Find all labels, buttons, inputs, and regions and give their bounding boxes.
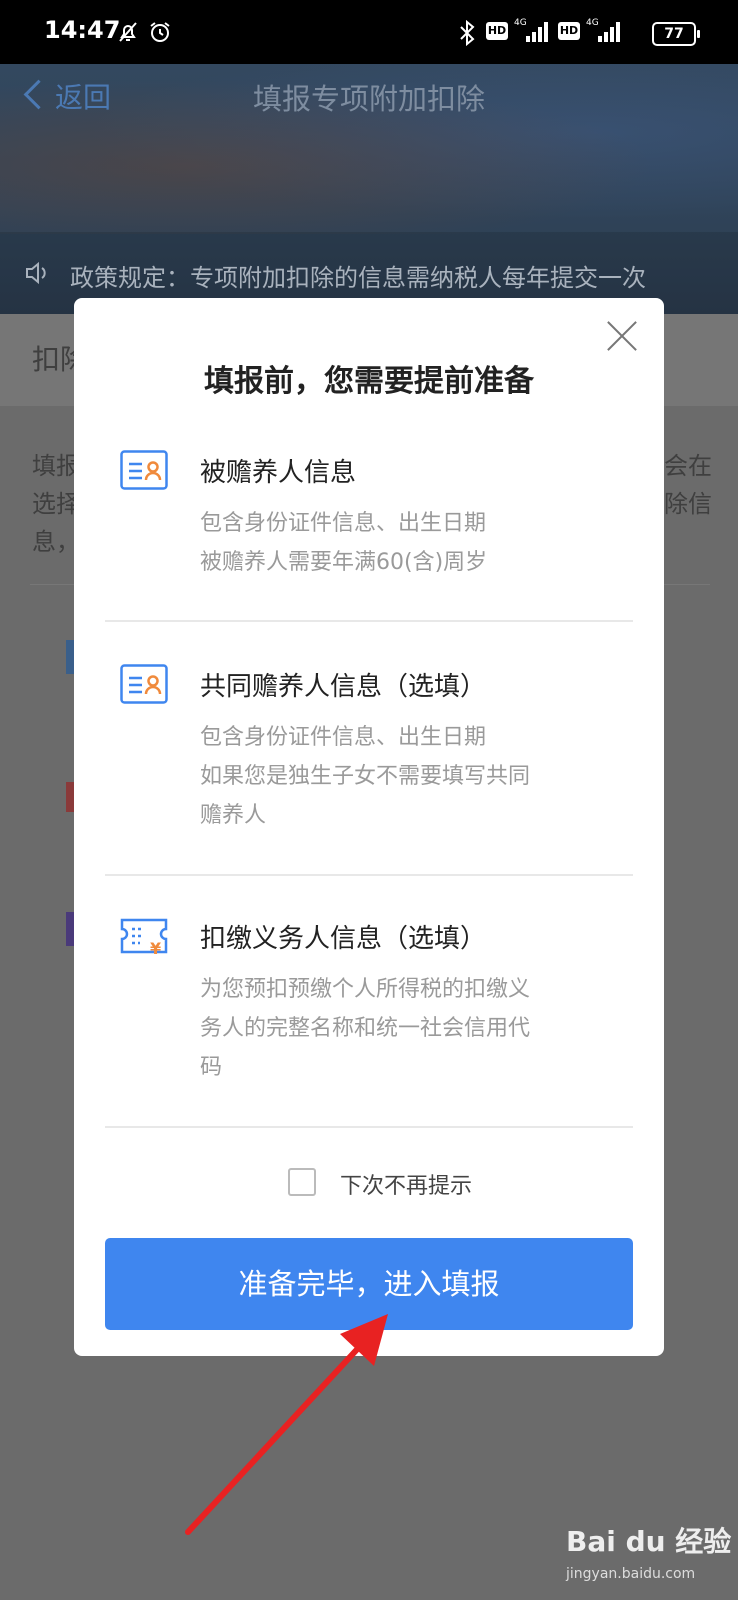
intro-fragment: 会在 xyxy=(664,452,712,480)
description-line: 赡养人 xyxy=(200,803,267,828)
bell-off-icon xyxy=(119,22,137,42)
description-line: 如果您是独生子女不需要填写共同 xyxy=(200,764,531,789)
intro-line: 填报 xyxy=(32,452,80,480)
divider xyxy=(105,1126,633,1128)
description-line: 包含身份证件信息、出生日期 xyxy=(200,725,487,750)
baidu-jingyan-watermark: Bai du 经验 xyxy=(566,1525,732,1558)
dont-remind-label[interactable]: 下次不再提示 xyxy=(340,1168,472,1200)
item-description: 包含身份证件信息、出生日期 如果您是独生子女不需要填写共同 赡养人 xyxy=(200,718,580,835)
watermark-url: jingyan.baidu.com xyxy=(566,1566,696,1582)
status-bar: 14:47 HD 4G HD 4G 77 xyxy=(0,0,738,64)
item-title: 共同赡养人信息（选填） xyxy=(200,672,487,702)
id-card-person-icon xyxy=(120,450,168,490)
dialog-title: 填报前，您需要提前准备 xyxy=(204,364,534,399)
description-line: 被赡养人需要年满60(含)周岁 xyxy=(200,550,488,575)
status-time: 14:47 xyxy=(44,16,121,44)
description-line: 务人的完整名称和统一社会信用代 xyxy=(200,1016,531,1041)
item-description: 为您预扣预缴个人所得税的扣缴义 务人的完整名称和统一社会信用代 码 xyxy=(200,970,580,1087)
divider xyxy=(105,874,633,876)
description-line: 包含身份证件信息、出生日期 xyxy=(200,511,487,536)
hd-icon: HD xyxy=(558,22,580,40)
description-line: 为您预扣预缴个人所得税的扣缴义 xyxy=(200,977,531,1002)
close-icon[interactable] xyxy=(604,318,640,354)
description-line: 码 xyxy=(200,1055,223,1080)
svg-text:¥: ¥ xyxy=(150,939,161,956)
item-title: 扣缴义务人信息（选填） xyxy=(200,924,487,954)
intro-line: 选择 xyxy=(32,490,80,518)
item-title: 被赡养人信息 xyxy=(200,458,357,488)
intro-fragment: 除信 xyxy=(664,490,712,518)
alarm-icon xyxy=(150,22,170,42)
svg-text:4G: 4G xyxy=(586,18,599,28)
id-card-person-icon xyxy=(120,664,168,704)
4g-signal-icon: 4G xyxy=(514,18,548,42)
divider xyxy=(105,620,633,622)
4g-signal-icon: 4G xyxy=(586,18,620,42)
hd-icon: HD xyxy=(486,22,508,40)
notice-text: 政策规定：专项附加扣除的信息需纳税人每年提交一次 xyxy=(70,264,646,292)
battery-indicator: 77 xyxy=(652,22,700,46)
intro-line: 息， xyxy=(32,528,80,556)
page-title: 填报专项附加扣除 xyxy=(252,82,485,116)
ticket-yuan-icon: ¥ xyxy=(120,918,168,956)
start-filing-button[interactable]: 准备完毕，进入填报 xyxy=(105,1238,633,1330)
bluetooth-icon xyxy=(460,20,475,46)
item-description: 包含身份证件信息、出生日期 被赡养人需要年满60(含)周岁 xyxy=(200,504,580,582)
speaker-icon xyxy=(26,261,46,285)
dont-remind-checkbox[interactable] xyxy=(288,1168,316,1196)
svg-text:4G: 4G xyxy=(514,18,527,28)
